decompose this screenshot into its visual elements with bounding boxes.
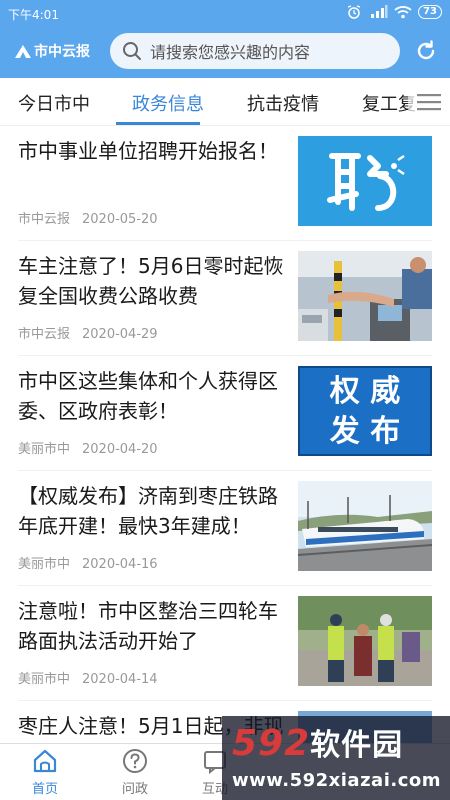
watermark-url: www.592xiazai.com <box>232 770 441 791</box>
brand-name: 市中云报 <box>34 44 90 60</box>
news-thumbnail <box>298 481 432 571</box>
category-tabs: 今日市中 政务信息 抗击疫情 复工复 <box>0 78 450 126</box>
thumb-text-line-2: 发 布 <box>329 414 401 449</box>
nav-inquiry-label: 问政 <box>121 782 148 797</box>
news-meta: 美丽市中 2020-04-20 <box>18 438 158 457</box>
active-tab-indicator <box>116 122 200 125</box>
toll-booth-photo <box>298 251 432 341</box>
news-list: 市中事业单位招聘开始报名！ 市中云报 2020-05-20 车主注意了！5月6日… <box>0 126 450 800</box>
news-title: 市中事业单位招聘开始报名！ <box>18 139 278 163</box>
search-bar[interactable]: 请搜索您感兴趣的内容 <box>110 33 400 69</box>
brand-logo[interactable]: 市中云报 <box>14 41 90 61</box>
news-source: 美丽市中 <box>18 557 71 572</box>
news-date: 2020-05-20 <box>82 212 158 227</box>
news-source: 市中云报 <box>18 212 71 227</box>
news-item[interactable]: 注意啦！市中区整治三四轮车路面执法活动开始了 美丽市中 2020-04-14 <box>18 586 432 701</box>
tab-government[interactable]: 政务信息 <box>132 90 204 116</box>
news-date: 2020-04-14 <box>82 672 158 687</box>
news-source: 美丽市中 <box>18 442 71 457</box>
refresh-icon[interactable] <box>414 39 438 63</box>
news-item[interactable]: 【权威发布】济南到枣庄铁路年底开建！最快3年建成！ 美丽市中 2020-04-16 <box>18 471 432 586</box>
news-thumbnail: 权 威 发 布 <box>298 366 432 456</box>
question-icon <box>123 749 147 773</box>
search-placeholder: 请搜索您感兴趣的内容 <box>150 43 311 62</box>
thumb-text-line-1: 权 威 <box>329 374 401 409</box>
tab-today[interactable]: 今日市中 <box>18 90 90 116</box>
news-meta: 市中云报 2020-04-29 <box>18 323 158 342</box>
news-date: 2020-04-29 <box>82 327 158 342</box>
signal-icon <box>370 5 388 19</box>
news-title: 注意啦！市中区整治三四轮车路面执法活动开始了 <box>18 599 278 653</box>
news-item[interactable]: 车主注意了！5月6日零时起恢复全国收费公路收费 市中云报 2020-04-29 <box>18 241 432 356</box>
menu-icon <box>417 94 441 111</box>
status-time: 下午4:01 <box>8 8 59 22</box>
wifi-icon <box>394 5 412 19</box>
battery-indicator: 73 <box>418 5 442 19</box>
police-enforcement-photo <box>298 596 432 686</box>
alarm-icon <box>346 5 364 19</box>
news-thumbnail <box>298 251 432 341</box>
status-bar: 下午4:01 73 <box>0 0 450 28</box>
tab-epidemic[interactable]: 抗击疫情 <box>247 90 319 116</box>
app-header: 下午4:01 73 市中云报 请搜索您感兴趣的内容 <box>0 0 450 78</box>
tab-menu-button[interactable] <box>408 78 450 125</box>
news-meta: 美丽市中 2020-04-14 <box>18 668 158 687</box>
news-source: 美丽市中 <box>18 672 71 687</box>
news-date: 2020-04-20 <box>82 442 158 457</box>
news-meta: 美丽市中 2020-04-16 <box>18 553 158 572</box>
news-thumbnail <box>298 136 432 226</box>
nav-home[interactable]: 首页 <box>15 748 75 797</box>
nav-home-label: 首页 <box>31 782 58 797</box>
news-title: 车主注意了！5月6日零时起恢复全国收费公路收费 <box>18 254 284 308</box>
news-item[interactable]: 市中区这些集体和个人获得区委、区政府表彰！ 美丽市中 2020-04-20 权 威… <box>18 356 432 471</box>
search-icon <box>123 42 141 60</box>
status-icons: 73 <box>346 5 442 19</box>
news-date: 2020-04-16 <box>82 557 158 572</box>
app-bar: 市中云报 请搜索您感兴趣的内容 <box>0 30 450 74</box>
high-speed-train-photo <box>298 481 432 571</box>
watermark-logo: 592软件园 <box>232 720 403 764</box>
news-item[interactable]: 市中事业单位招聘开始报名！ 市中云报 2020-05-20 <box>18 126 432 241</box>
news-title: 市中区这些集体和个人获得区委、区政府表彰！ <box>18 369 278 423</box>
watermark-digits: 592 <box>232 723 311 764</box>
news-meta: 市中云报 2020-05-20 <box>18 208 158 227</box>
nav-inquiry[interactable]: 问政 <box>105 748 165 797</box>
watermark-brand-text: 软件园 <box>310 728 404 763</box>
recruit-pin-image <box>298 136 432 226</box>
home-icon <box>33 749 57 773</box>
brand-mountain-icon <box>15 45 31 58</box>
news-title: 【权威发布】济南到枣庄铁路年底开建！最快3年建成！ <box>18 484 278 538</box>
news-source: 市中云报 <box>18 327 71 342</box>
news-thumbnail <box>298 596 432 686</box>
site-watermark: 592软件园 www.592xiazai.com <box>222 716 450 800</box>
